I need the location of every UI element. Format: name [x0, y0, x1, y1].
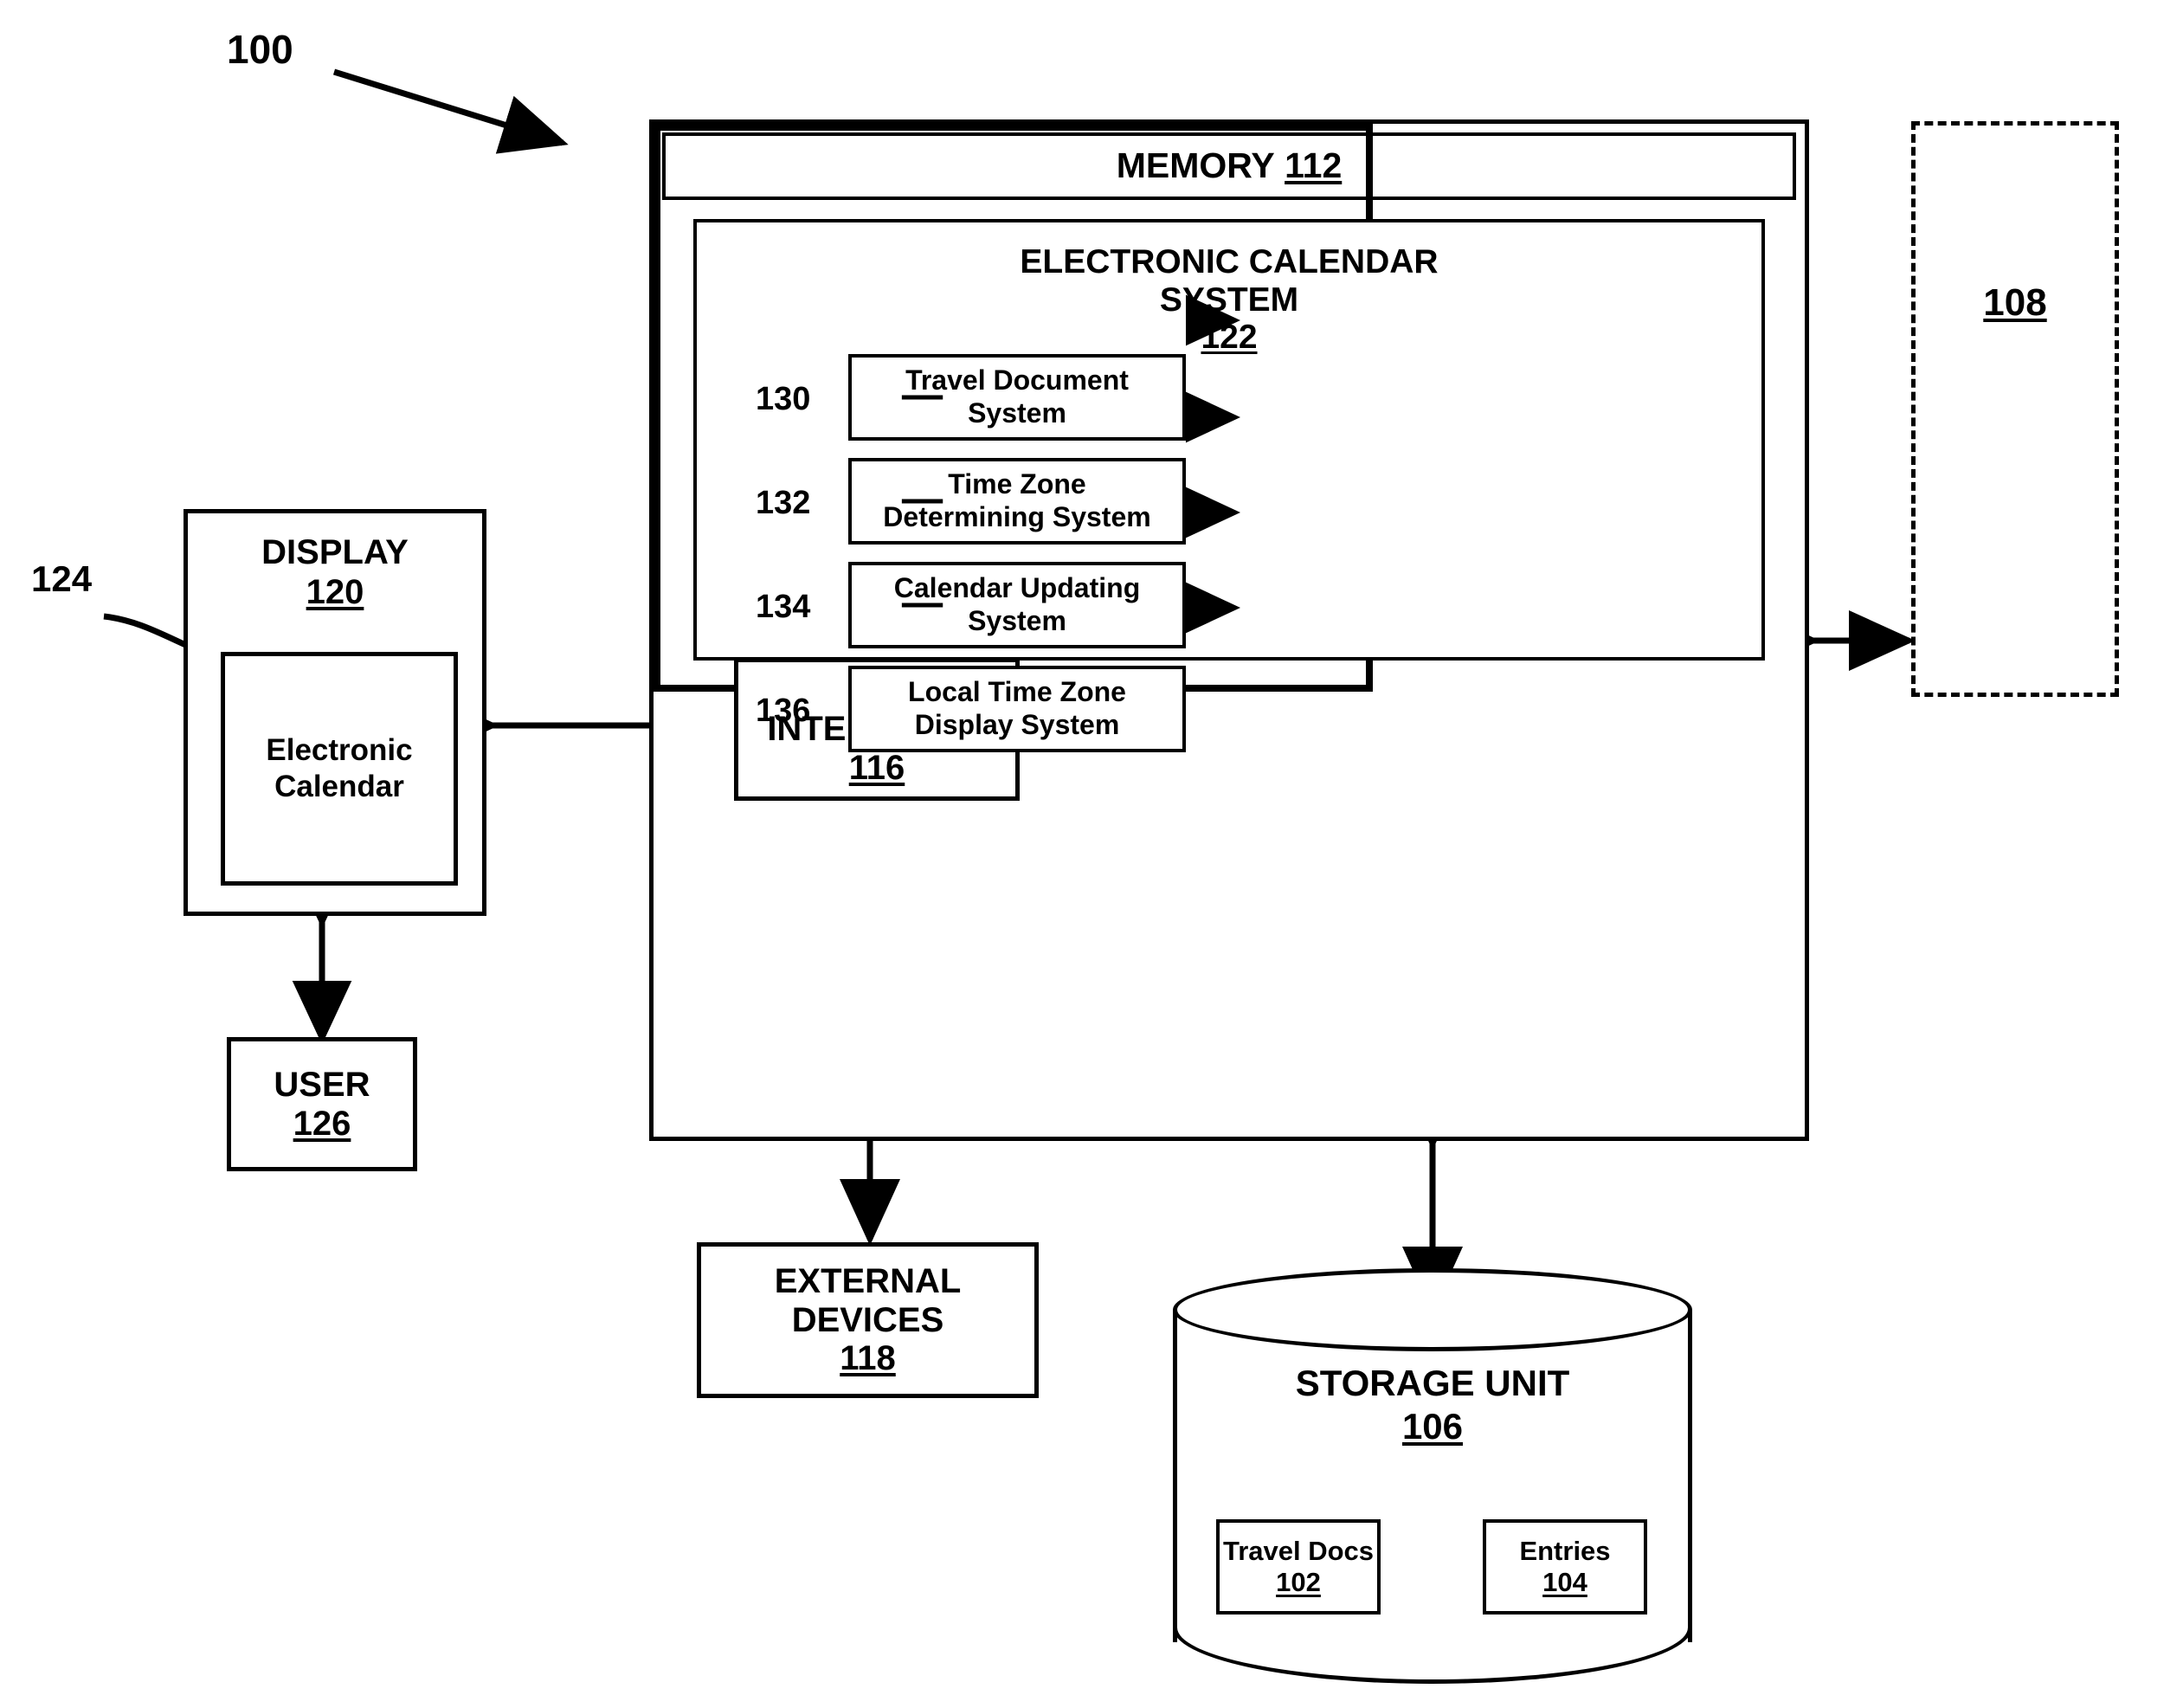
display-ref: 120 [306, 573, 364, 611]
memory-header: MEMORY 112 [662, 132, 1796, 200]
external-devices-ref: 118 [840, 1339, 896, 1378]
electronic-calendar-system-box[interactable]: ELECTRONIC CALENDAR SYSTEM 122 130 Trave… [693, 219, 1765, 752]
cylinder-top-ellipse [1173, 1268, 1692, 1351]
reference-numeral-100: 100 [227, 27, 293, 72]
sub-136-line1: Local Time Zone [908, 676, 1126, 708]
display-box[interactable]: DISPLAY 120 Electronic Calendar [184, 509, 486, 916]
travel-docs-box[interactable]: Travel Docs 102 [1216, 1519, 1381, 1615]
external-network-dashed-box[interactable]: 108 [1911, 121, 2119, 697]
reference-numeral-108: 108 [1983, 281, 2047, 324]
subsystem-arrows [901, 395, 943, 608]
storage-unit-title: STORAGE UNIT 106 [1173, 1362, 1692, 1449]
reference-numeral-136: 136 [756, 693, 811, 729]
user-box[interactable]: USER 126 [227, 1037, 417, 1171]
electronic-calendar-box[interactable]: Electronic Calendar [221, 652, 458, 886]
entries-ref: 104 [1542, 1567, 1587, 1597]
travel-docs-ref: 102 [1276, 1567, 1321, 1597]
sub-136-line2: Display System [914, 709, 1120, 740]
external-devices-box[interactable]: EXTERNAL DEVICES 118 [697, 1242, 1039, 1398]
io-ref: 116 [848, 748, 905, 787]
user-ref: 126 [293, 1104, 351, 1143]
external-devices-line1: EXTERNAL [774, 1261, 962, 1300]
memory-ref: 112 [1285, 145, 1343, 186]
display-title-text: DISPLAY [261, 533, 409, 571]
figure-canvas: 100 124 114 PROCESSOR 110 I/O INTERFACES… [0, 0, 2183, 1708]
electronic-calendar-line2: Calendar [274, 770, 404, 803]
memory-box[interactable]: MEMORY 112 ELECTRONIC CALENDAR SYSTEM 12… [654, 124, 1796, 752]
electronic-calendar-line1: Electronic [266, 733, 413, 767]
display-title: DISPLAY 120 [188, 532, 482, 612]
external-devices-line2: DEVICES [791, 1300, 944, 1339]
travel-docs-label: Travel Docs [1222, 1536, 1375, 1567]
local-time-zone-display-system-box[interactable]: Local Time Zone Display System [848, 666, 1186, 752]
user-title: USER [274, 1065, 370, 1104]
storage-unit-cylinder[interactable]: STORAGE UNIT 106 Travel Docs 102 Entries… [1173, 1268, 1692, 1684]
storage-unit-ref: 106 [1401, 1406, 1464, 1447]
storage-unit-title-text: STORAGE UNIT [1295, 1363, 1570, 1403]
entries-box[interactable]: Entries 104 [1483, 1519, 1647, 1615]
computing-system-boundary: PROCESSOR 110 I/O INTERFACES 116 MEMORY … [649, 119, 1809, 1141]
memory-title: MEMORY [1116, 145, 1275, 186]
reference-numeral-124: 124 [31, 558, 93, 599]
entries-label: Entries [1519, 1536, 1611, 1567]
